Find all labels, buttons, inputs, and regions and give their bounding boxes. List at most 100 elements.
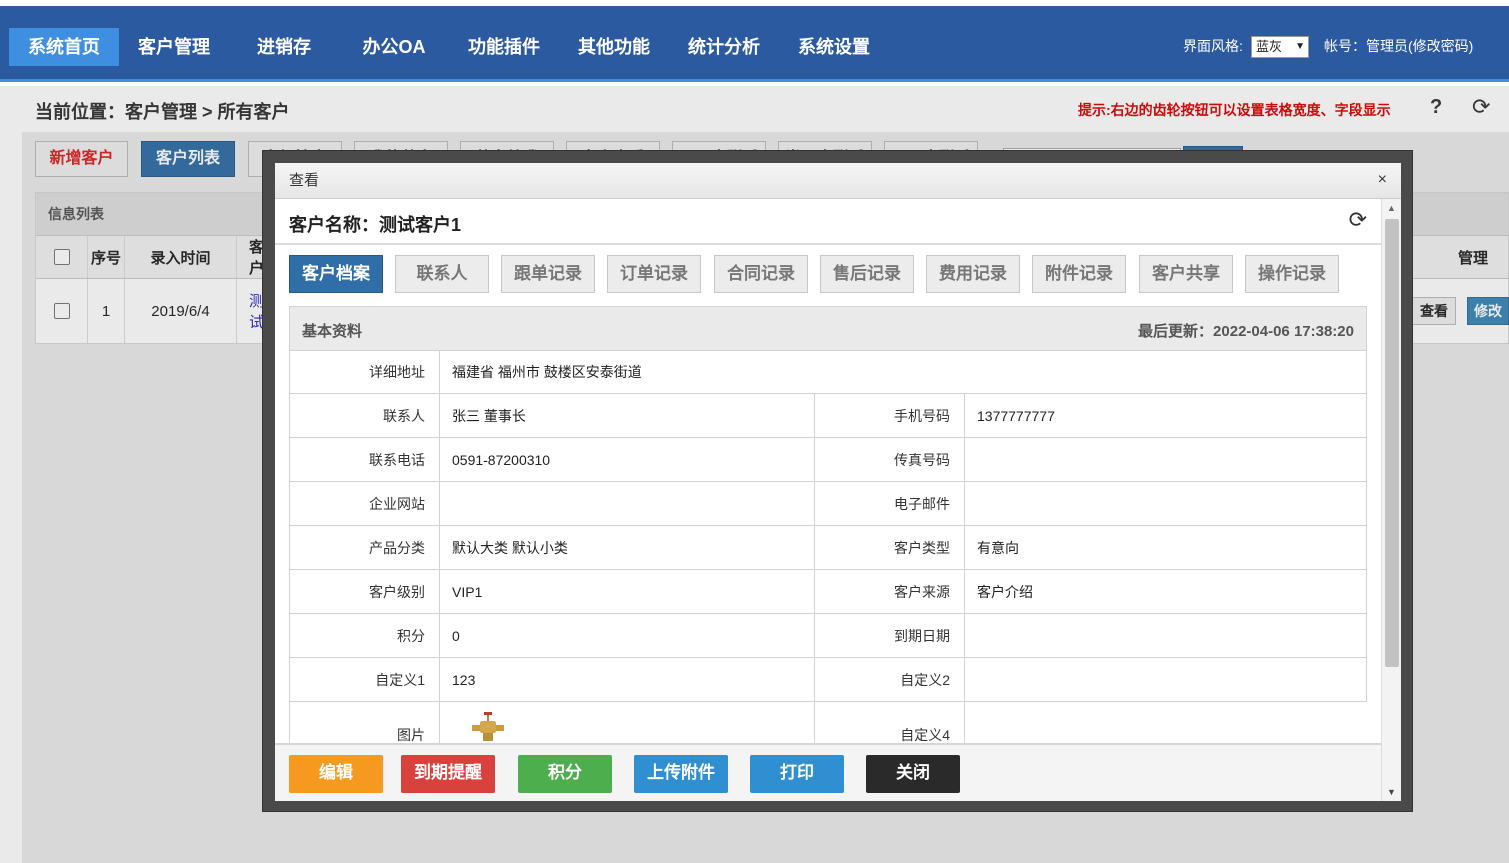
row-points: 积分 0 到期日期 xyxy=(289,614,1367,658)
close-button[interactable]: 关闭 xyxy=(866,755,960,793)
row-border xyxy=(1366,394,1367,438)
value-custom4 xyxy=(964,702,1367,743)
tab-followup[interactable]: 跟单记录 xyxy=(501,255,595,293)
value-customer-source: 客户介绍 xyxy=(964,570,1367,614)
nav-item-statistics[interactable]: 统计分析 xyxy=(678,28,770,66)
expire-reminder-button[interactable]: 到期提醒 xyxy=(401,755,495,793)
account-link[interactable]: 帐号：管理员(修改密码) xyxy=(1324,36,1473,56)
valve-image-icon[interactable] xyxy=(468,708,508,743)
tab-attachments[interactable]: 附件记录 xyxy=(1032,255,1126,293)
modal-title-bar: 查看 × xyxy=(275,163,1401,199)
row-customer-level: 客户级别 VIP1 客户来源 客户介绍 xyxy=(289,570,1367,614)
row-product-category: 产品分类 默认大类 默认小类 客户类型 有意向 xyxy=(289,526,1367,570)
row-border xyxy=(1366,614,1367,658)
row-border xyxy=(1366,350,1367,394)
top-navigation: 系统首页 客户管理 进销存 办公OA 功能插件 其他功能 统计分析 系统设置 界… xyxy=(0,0,1509,86)
refresh-icon[interactable]: ⟳ xyxy=(1349,207,1367,233)
scroll-thumb[interactable] xyxy=(1385,219,1399,667)
theme-select-value: 蓝灰 xyxy=(1256,39,1283,54)
label-mobile: 手机号码 xyxy=(814,394,964,438)
value-phone: 0591-87200310 xyxy=(439,438,814,482)
value-image xyxy=(439,702,814,743)
label-contact: 联系人 xyxy=(289,394,439,438)
label-website: 企业网站 xyxy=(289,482,439,526)
label-custom1: 自定义1 xyxy=(289,658,439,702)
value-address: 福建省 福州市 鼓楼区安泰街道 xyxy=(439,350,1367,394)
row-website: 企业网站 电子邮件 xyxy=(289,482,1367,526)
value-fax xyxy=(964,438,1367,482)
basic-info-header: 基本资料 最后更新：2022-04-06 17:38:20 xyxy=(289,306,1367,351)
value-expire-date xyxy=(964,614,1367,658)
value-customer-level: VIP1 xyxy=(439,570,814,614)
theme-label: 界面风格: xyxy=(1183,38,1243,54)
value-contact: 张三 董事长 xyxy=(439,394,814,438)
nav-band: 系统首页 客户管理 进销存 办公OA 功能插件 其他功能 统计分析 系统设置 界… xyxy=(0,6,1509,82)
label-product-category: 产品分类 xyxy=(289,526,439,570)
row-border xyxy=(1366,482,1367,526)
row-address: 详细地址 福建省 福州市 鼓楼区安泰街道 xyxy=(289,350,1367,394)
row-border xyxy=(1366,526,1367,570)
label-points: 积分 xyxy=(289,614,439,658)
row-border xyxy=(1366,658,1367,702)
info-grid: 详细地址 福建省 福州市 鼓楼区安泰街道 联系人 张三 董事长 手机号码 137… xyxy=(289,350,1367,743)
value-mobile: 1377777777 xyxy=(964,394,1367,438)
nav-item-home[interactable]: 系统首页 xyxy=(9,28,119,66)
value-customer-type: 有意向 xyxy=(964,526,1367,570)
value-website xyxy=(439,482,814,526)
scroll-down-icon[interactable]: ▼ xyxy=(1387,787,1396,797)
tab-contacts[interactable]: 联系人 xyxy=(395,255,489,293)
modal-body: 查看 × 客户名称：测试客户1 ⟳ 客户档案 联系人 跟单记录 订单记录 合同记… xyxy=(275,163,1401,801)
modal-footer: 编辑 到期提醒 积分 上传附件 打印 关闭 xyxy=(275,743,1381,801)
view-modal: 查看 × 客户名称：测试客户1 ⟳ 客户档案 联系人 跟单记录 订单记录 合同记… xyxy=(262,150,1413,812)
tab-profile[interactable]: 客户档案 xyxy=(289,255,383,293)
row-custom1: 自定义1 123 自定义2 xyxy=(289,658,1367,702)
row-border xyxy=(1366,438,1367,482)
row-image: 图片 自定义4 xyxy=(289,702,1367,743)
value-points: 0 xyxy=(439,614,814,658)
value-email xyxy=(964,482,1367,526)
scroll-up-icon[interactable]: ▲ xyxy=(1387,203,1396,213)
nav-item-inventory[interactable]: 进销存 xyxy=(238,28,330,66)
close-icon[interactable]: × xyxy=(1378,163,1387,197)
tab-expenses[interactable]: 费用记录 xyxy=(926,255,1020,293)
label-custom2: 自定义2 xyxy=(814,658,964,702)
points-button[interactable]: 积分 xyxy=(518,755,612,793)
tab-orders[interactable]: 订单记录 xyxy=(607,255,701,293)
label-customer-type: 客户类型 xyxy=(814,526,964,570)
label-fax: 传真号码 xyxy=(814,438,964,482)
label-phone: 联系电话 xyxy=(289,438,439,482)
label-customer-source: 客户来源 xyxy=(814,570,964,614)
tab-contracts[interactable]: 合同记录 xyxy=(714,255,808,293)
edit-button[interactable]: 编辑 xyxy=(289,755,383,793)
nav-item-office[interactable]: 办公OA xyxy=(348,28,440,66)
value-custom2 xyxy=(964,658,1367,702)
value-custom1: 123 xyxy=(439,658,814,702)
upload-attachment-button[interactable]: 上传附件 xyxy=(634,755,728,793)
row-border xyxy=(1366,570,1367,614)
customer-header: 客户名称：测试客户1 ⟳ xyxy=(275,199,1381,245)
value-product-category: 默认大类 默认小类 xyxy=(439,526,814,570)
theme-select[interactable]: 蓝灰 ▼ xyxy=(1251,36,1309,58)
nav-item-other[interactable]: 其他功能 xyxy=(568,28,660,66)
row-contact: 联系人 张三 董事长 手机号码 1377777777 xyxy=(289,394,1367,438)
modal-scrollbar[interactable]: ▲ ▼ xyxy=(1381,199,1401,801)
modal-title: 查看 xyxy=(289,172,320,189)
label-image: 图片 xyxy=(289,702,439,743)
tab-sharing[interactable]: 客户共享 xyxy=(1139,255,1233,293)
label-custom4: 自定义4 xyxy=(814,702,964,743)
label-address: 详细地址 xyxy=(289,350,439,394)
row-phone: 联系电话 0591-87200310 传真号码 xyxy=(289,438,1367,482)
print-button[interactable]: 打印 xyxy=(750,755,844,793)
label-email: 电子邮件 xyxy=(814,482,964,526)
nav-item-customer[interactable]: 客户管理 xyxy=(120,28,228,66)
basic-info-title: 基本资料 xyxy=(302,323,363,340)
chevron-down-icon: ▼ xyxy=(1295,41,1305,52)
tab-aftersales[interactable]: 售后记录 xyxy=(820,255,914,293)
label-customer-level: 客户级别 xyxy=(289,570,439,614)
tab-operations[interactable]: 操作记录 xyxy=(1245,255,1339,293)
nav-item-plugins[interactable]: 功能插件 xyxy=(458,28,550,66)
label-expire-date: 到期日期 xyxy=(814,614,964,658)
last-update: 最后更新：2022-04-06 17:38:20 xyxy=(1138,323,1354,340)
customer-name: 客户名称：测试客户1 xyxy=(289,215,462,235)
nav-item-settings[interactable]: 系统设置 xyxy=(788,28,880,66)
